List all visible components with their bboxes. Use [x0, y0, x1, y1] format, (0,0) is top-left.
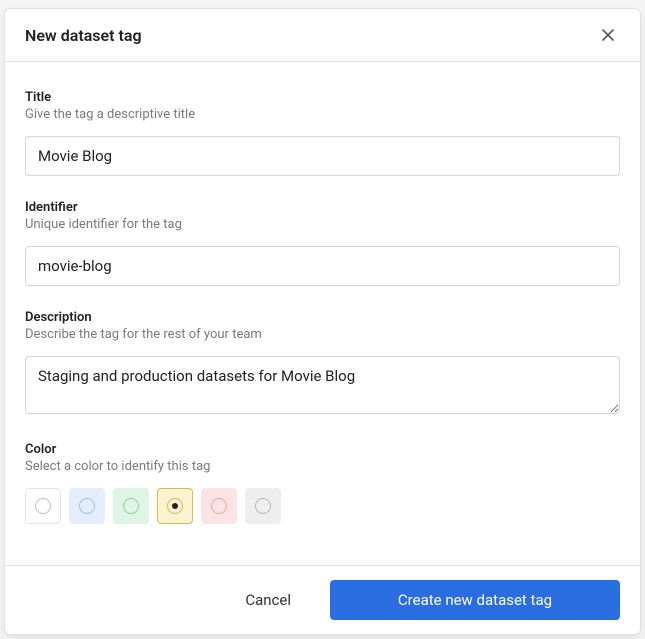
color-hint: Select a color to identify this tag: [25, 459, 620, 474]
color-circle-icon: [167, 498, 183, 514]
color-option-green[interactable]: [113, 488, 149, 524]
color-circle-icon: [211, 498, 227, 514]
color-circle-icon: [79, 498, 95, 514]
modal-body: Title Give the tag a descriptive title I…: [5, 62, 640, 565]
description-input[interactable]: [25, 356, 620, 414]
description-label: Description: [25, 310, 620, 325]
color-circle-icon: [123, 498, 139, 514]
title-label: Title: [25, 90, 620, 105]
color-option-red[interactable]: [201, 488, 237, 524]
close-button[interactable]: [596, 23, 620, 47]
color-options-row: [25, 488, 620, 524]
identifier-input[interactable]: [25, 246, 620, 286]
new-dataset-tag-modal: New dataset tag Title Give the tag a des…: [4, 8, 641, 635]
color-option-yellow[interactable]: [157, 488, 193, 524]
selected-dot-icon: [172, 503, 178, 509]
close-icon: [600, 27, 616, 43]
description-hint: Describe the tag for the rest of your te…: [25, 327, 620, 342]
description-field-group: Description Describe the tag for the res…: [25, 310, 620, 418]
color-option-blue[interactable]: [69, 488, 105, 524]
color-label: Color: [25, 442, 620, 457]
cancel-button[interactable]: Cancel: [220, 580, 316, 620]
identifier-hint: Unique identifier for the tag: [25, 217, 620, 232]
title-hint: Give the tag a descriptive title: [25, 107, 620, 122]
modal-title: New dataset tag: [25, 26, 142, 45]
color-circle-icon: [255, 498, 271, 514]
identifier-field-group: Identifier Unique identifier for the tag: [25, 200, 620, 286]
identifier-label: Identifier: [25, 200, 620, 215]
modal-footer: Cancel Create new dataset tag: [5, 565, 640, 634]
color-option-gray[interactable]: [245, 488, 281, 524]
title-input[interactable]: [25, 136, 620, 176]
color-circle-icon: [35, 498, 51, 514]
color-field-group: Color Select a color to identify this ta…: [25, 442, 620, 524]
color-option-white[interactable]: [25, 488, 61, 524]
create-button[interactable]: Create new dataset tag: [330, 580, 620, 620]
modal-header: New dataset tag: [5, 9, 640, 62]
title-field-group: Title Give the tag a descriptive title: [25, 90, 620, 176]
